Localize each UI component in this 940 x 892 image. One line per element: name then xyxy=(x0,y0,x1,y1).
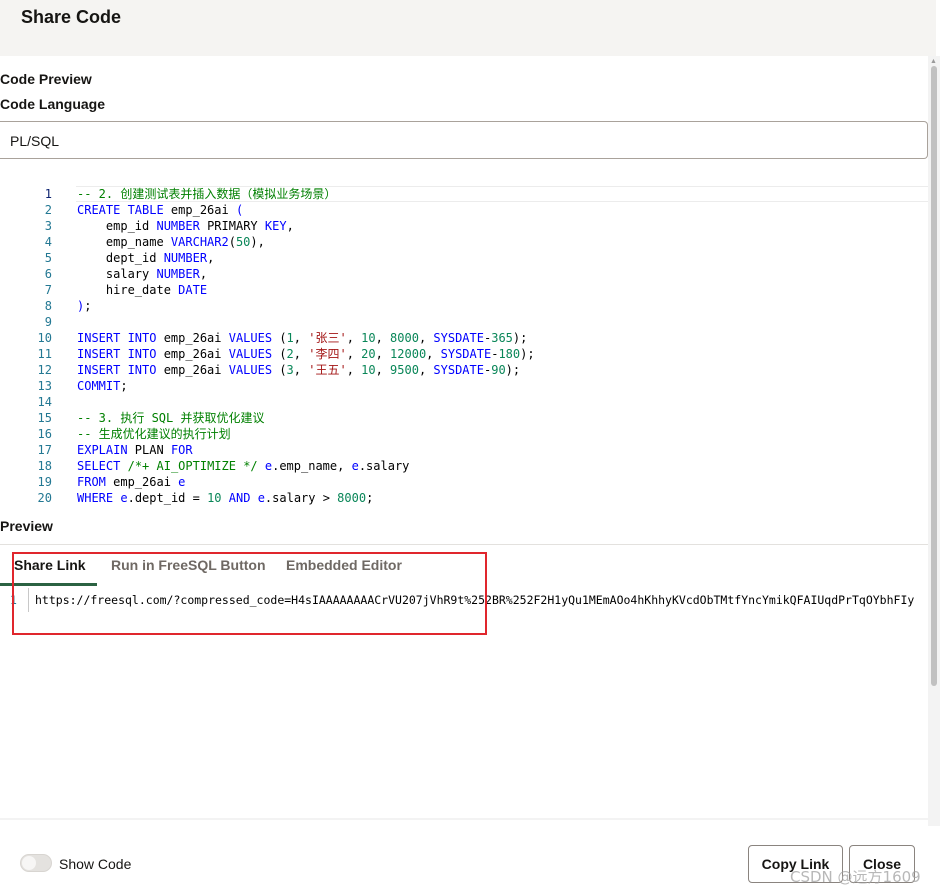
code-line[interactable]: 15 -- 3. 执行 SQL 并获取优化建议 xyxy=(0,410,928,426)
code-line-number: 2 xyxy=(44,203,52,217)
code-line-number: 5 xyxy=(44,251,52,265)
code-language-value: PL/SQL xyxy=(10,133,60,149)
scroll-left-icon[interactable]: ◀ xyxy=(2,819,7,820)
code-line-text: -- 生成优化建议的执行计划 xyxy=(77,427,231,441)
code-line[interactable]: 12 INSERT INTO emp_26ai VALUES (3, '王五', … xyxy=(0,362,928,378)
code-line[interactable]: 13 COMMIT; xyxy=(0,378,928,394)
code-line-number: 7 xyxy=(44,283,52,297)
scroll-right-icon[interactable]: ▶ xyxy=(921,819,926,820)
share-link-url[interactable]: https://freesql.com/?compressed_code=H4s… xyxy=(35,593,914,607)
code-line-text: -- 2. 创建测试表并插入数据（模拟业务场景） xyxy=(77,187,337,201)
scroll-up-icon[interactable]: ▲ xyxy=(930,58,937,65)
code-line-number: 1 xyxy=(44,187,52,201)
share-link-editor[interactable]: 1 https://freesql.com/?compressed_code=H… xyxy=(0,588,928,612)
dialog-header: Share Code xyxy=(0,0,936,56)
code-language-select[interactable]: PL/SQL xyxy=(0,121,928,159)
code-line[interactable]: 11 INSERT INTO emp_26ai VALUES (2, '李四', … xyxy=(0,346,928,362)
code-line-number: 20 xyxy=(37,491,52,505)
code-line-number: 12 xyxy=(37,363,52,377)
code-line[interactable]: 9 xyxy=(0,314,928,330)
code-line[interactable]: 18 SELECT /*+ AI_OPTIMIZE */ e.emp_name, … xyxy=(0,458,928,474)
tab-selected-indicator xyxy=(0,583,97,586)
code-line-text: CREATE TABLE emp_26ai ( xyxy=(77,203,244,217)
code-line[interactable]: 1 -- 2. 创建测试表并插入数据（模拟业务场景） xyxy=(0,186,928,202)
show-code-label: Show Code xyxy=(59,856,132,872)
code-line-number: 3 xyxy=(44,219,52,233)
code-line-text: FROM emp_26ai e xyxy=(77,475,186,489)
code-line-text: emp_id NUMBER PRIMARY KEY, xyxy=(77,219,294,233)
code-line[interactable]: 20 WHERE e.dept_id = 10 AND e.salary > 80… xyxy=(0,490,928,506)
code-line[interactable]: 16 -- 生成优化建议的执行计划 xyxy=(0,426,928,442)
code-editor[interactable]: 1 -- 2. 创建测试表并插入数据（模拟业务场景） 2 CREATE TABLE e… xyxy=(0,186,928,516)
code-line[interactable]: 14 xyxy=(0,394,928,410)
code-line-text: COMMIT; xyxy=(77,379,128,393)
share-link-line-number: 1 xyxy=(10,593,17,607)
code-line[interactable]: 4 emp_name VARCHAR2(50), xyxy=(0,234,928,250)
code-line-text: -- 3. 执行 SQL 并获取优化建议 xyxy=(77,411,265,425)
code-line[interactable]: 17 EXPLAIN PLAN FOR xyxy=(0,442,928,458)
code-line-text: INSERT INTO emp_26ai VALUES (3, '王五', 10… xyxy=(77,363,521,377)
dialog-body: Code Preview Code Language PL/SQL 1 -- 2.… xyxy=(0,56,928,820)
code-line-number: 6 xyxy=(44,267,52,281)
code-line-number: 4 xyxy=(44,235,52,249)
code-line-number: 13 xyxy=(37,379,52,393)
code-line-number: 19 xyxy=(37,475,52,489)
preview-tabs: Share Link Run in FreeSQL Button Embedde… xyxy=(0,544,928,586)
code-line-number: 17 xyxy=(37,443,52,457)
tab-run-in-freesql-button[interactable]: Run in FreeSQL Button xyxy=(111,557,266,573)
toggle-knob xyxy=(22,856,36,870)
code-line-text: INSERT INTO emp_26ai VALUES (1, '张三', 10… xyxy=(77,331,528,345)
code-line-number: 18 xyxy=(37,459,52,473)
code-line-text: WHERE e.dept_id = 10 AND e.salary > 8000… xyxy=(77,491,374,505)
watermark: CSDN @远方1609 xyxy=(790,868,921,886)
code-line-number: 16 xyxy=(37,427,52,441)
code-line-text: dept_id NUMBER, xyxy=(77,251,215,265)
share-link-gutter xyxy=(28,588,29,612)
code-line[interactable]: 3 emp_id NUMBER PRIMARY KEY, xyxy=(0,218,928,234)
code-line-text: emp_name VARCHAR2(50), xyxy=(77,235,265,249)
code-line-text: INSERT INTO emp_26ai VALUES (2, '李四', 20… xyxy=(77,347,535,361)
horizontal-scrollbar[interactable]: ◀ ▶ xyxy=(0,818,928,820)
tab-share-link[interactable]: Share Link xyxy=(14,557,86,573)
code-line-text: EXPLAIN PLAN FOR xyxy=(77,443,193,457)
code-line[interactable]: 6 salary NUMBER, xyxy=(0,266,928,282)
code-line[interactable]: 2 CREATE TABLE emp_26ai ( xyxy=(0,202,928,218)
code-preview-label: Code Preview xyxy=(0,71,92,87)
code-line-number: 14 xyxy=(37,395,52,409)
code-line-number: 9 xyxy=(44,315,52,329)
vertical-scrollbar[interactable]: ▲ xyxy=(928,56,940,826)
code-line-text: ); xyxy=(77,299,92,313)
code-line-text: SELECT /*+ AI_OPTIMIZE */ e.emp_name, e.… xyxy=(77,459,410,473)
preview-label: Preview xyxy=(0,518,53,534)
code-line-number: 15 xyxy=(37,411,52,425)
code-line[interactable]: 7 hire_date DATE xyxy=(0,282,928,298)
code-line[interactable]: 8); xyxy=(0,298,928,314)
code-line-number: 10 xyxy=(37,331,52,345)
dialog-title: Share Code xyxy=(21,7,122,27)
code-line-text: salary NUMBER, xyxy=(77,267,208,281)
code-line[interactable]: 19 FROM emp_26ai e xyxy=(0,474,928,490)
code-line-text: hire_date DATE xyxy=(77,283,208,297)
code-language-label: Code Language xyxy=(0,96,106,112)
code-line[interactable]: 10 INSERT INTO emp_26ai VALUES (1, '张三', … xyxy=(0,330,928,346)
code-line-number: 8 xyxy=(44,299,52,313)
vertical-scroll-thumb[interactable] xyxy=(931,66,937,686)
code-line[interactable]: 5 dept_id NUMBER, xyxy=(0,250,928,266)
show-code-toggle[interactable] xyxy=(20,854,52,872)
code-line-number: 11 xyxy=(37,347,52,361)
tab-embedded-editor[interactable]: Embedded Editor xyxy=(286,557,402,573)
